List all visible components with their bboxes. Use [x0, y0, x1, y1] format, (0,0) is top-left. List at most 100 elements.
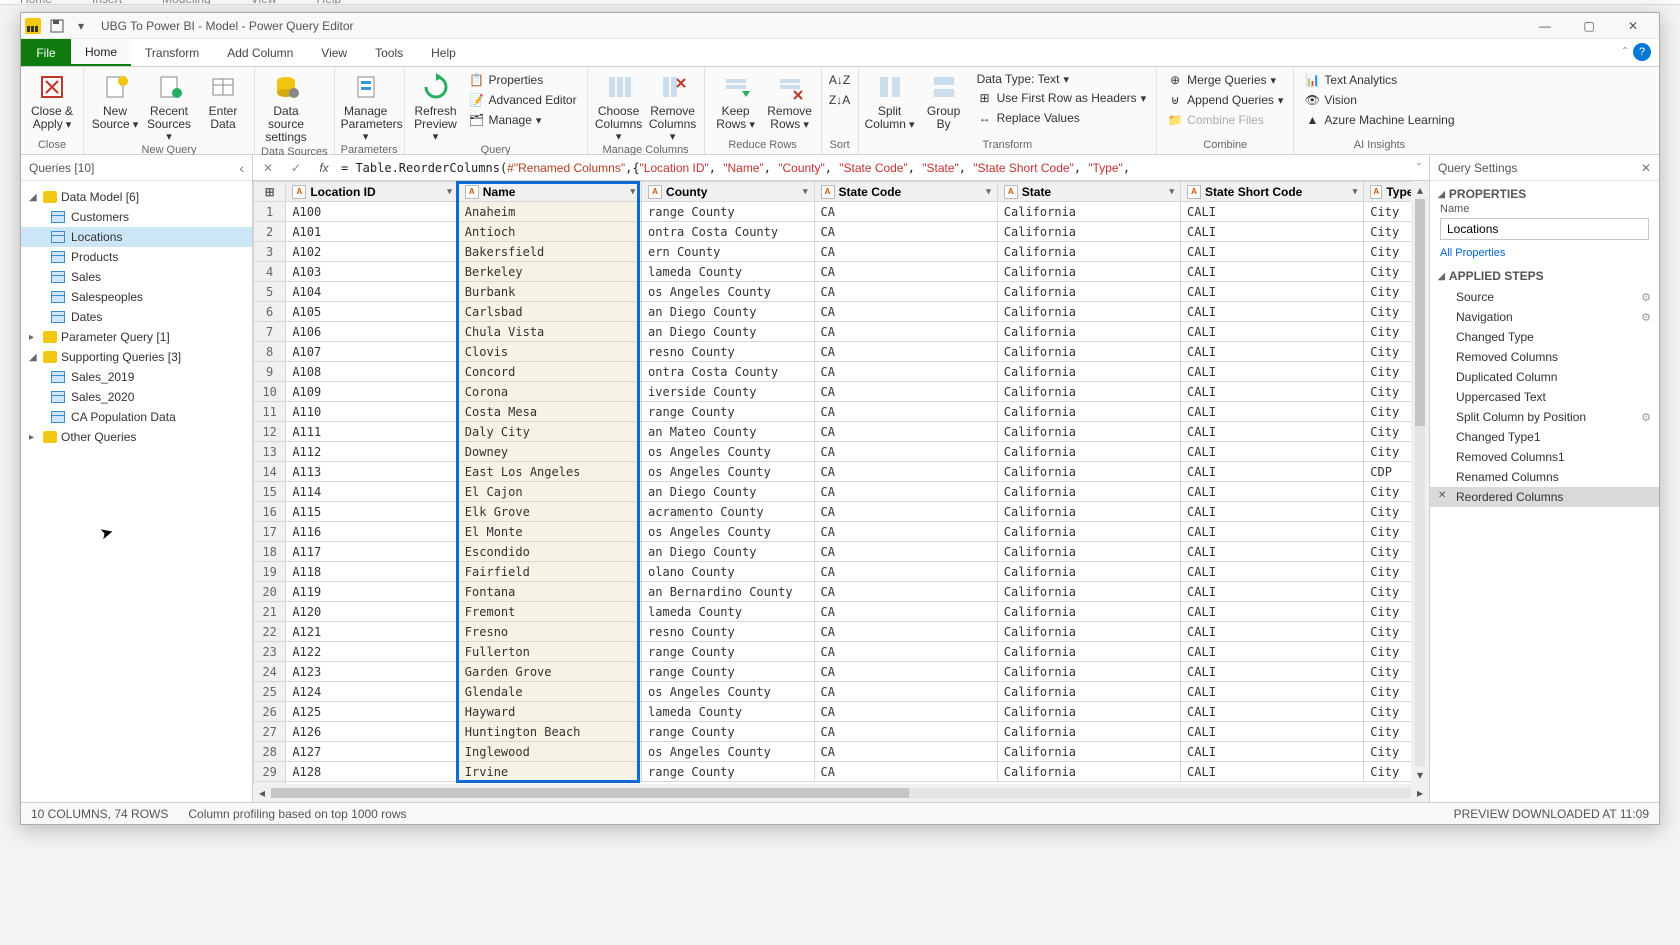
all-properties-link[interactable]: All Properties	[1430, 243, 1659, 263]
column-header[interactable]: AName▾	[458, 182, 641, 202]
row-number[interactable]: 5	[254, 282, 286, 302]
table-cell[interactable]: A126	[286, 722, 458, 742]
table-cell[interactable]: Carlsbad	[458, 302, 641, 322]
row-number[interactable]: 6	[254, 302, 286, 322]
first-row-headers-button[interactable]: ⊞Use First Row as Headers ▾	[973, 89, 1151, 107]
query-item[interactable]: Customers	[21, 207, 252, 227]
table-cell[interactable]: CA	[814, 282, 997, 302]
minimize-button[interactable]: —	[1523, 13, 1567, 39]
applied-step[interactable]: Removed Columns1	[1430, 447, 1659, 467]
table-cell[interactable]: A122	[286, 642, 458, 662]
table-cell[interactable]: CA	[814, 722, 997, 742]
group-by-button[interactable]: Group By	[919, 69, 969, 131]
merge-queries-button[interactable]: ⊕Merge Queries ▾	[1163, 71, 1287, 89]
commit-formula-icon[interactable]: ✓	[285, 158, 307, 178]
table-cell[interactable]: California	[997, 742, 1180, 762]
table-cell[interactable]: Bakersfield	[458, 242, 641, 262]
row-number[interactable]: 27	[254, 722, 286, 742]
table-cell[interactable]: os Angeles County	[642, 742, 814, 762]
table-cell[interactable]: California	[997, 682, 1180, 702]
table-cell[interactable]: California	[997, 202, 1180, 222]
table-cell[interactable]: California	[997, 382, 1180, 402]
table-cell[interactable]: lameda County	[642, 702, 814, 722]
applied-step[interactable]: Duplicated Column	[1430, 367, 1659, 387]
vision-button[interactable]: 👁Vision	[1300, 91, 1458, 109]
table-cell[interactable]: A113	[286, 462, 458, 482]
table-cell[interactable]: California	[997, 422, 1180, 442]
table-cell[interactable]: CALI	[1181, 422, 1364, 442]
row-number[interactable]: 11	[254, 402, 286, 422]
table-cell[interactable]: CALI	[1181, 342, 1364, 362]
table-cell[interactable]: A114	[286, 482, 458, 502]
table-cell[interactable]: California	[997, 542, 1180, 562]
table-cell[interactable]: California	[997, 702, 1180, 722]
table-cell[interactable]: range County	[642, 642, 814, 662]
table-cell[interactable]: CALI	[1181, 322, 1364, 342]
row-number[interactable]: 28	[254, 742, 286, 762]
row-number[interactable]: 13	[254, 442, 286, 462]
row-number[interactable]: 3	[254, 242, 286, 262]
query-group[interactable]: ◢Data Model [6]	[21, 187, 252, 207]
table-cell[interactable]: ontra Costa County	[642, 362, 814, 382]
table-cell[interactable]: range County	[642, 202, 814, 222]
formula-text[interactable]: = Table.ReorderColumns(#"Renamed Columns…	[341, 161, 1411, 175]
row-number[interactable]: 29	[254, 762, 286, 782]
table-cell[interactable]: A107	[286, 342, 458, 362]
table-cell[interactable]: California	[997, 562, 1180, 582]
table-cell[interactable]: Inglewood	[458, 742, 641, 762]
table-cell[interactable]: Fremont	[458, 602, 641, 622]
query-item[interactable]: CA Population Data	[21, 407, 252, 427]
table-cell[interactable]: California	[997, 362, 1180, 382]
row-number[interactable]: 10	[254, 382, 286, 402]
table-cell[interactable]: CALI	[1181, 462, 1364, 482]
table-cell[interactable]: range County	[642, 662, 814, 682]
table-cell[interactable]: California	[997, 662, 1180, 682]
table-cell[interactable]: California	[997, 402, 1180, 422]
table-cell[interactable]: an Diego County	[642, 322, 814, 342]
applied-step[interactable]: Navigation⚙	[1430, 307, 1659, 327]
table-cell[interactable]: CA	[814, 302, 997, 322]
table-cell[interactable]: Irvine	[458, 762, 641, 782]
advanced-editor-button[interactable]: 📝Advanced Editor	[465, 91, 581, 109]
table-cell[interactable]: Burbank	[458, 282, 641, 302]
table-cell[interactable]: CALI	[1181, 202, 1364, 222]
table-cell[interactable]: Berkeley	[458, 262, 641, 282]
table-cell[interactable]: CALI	[1181, 642, 1364, 662]
table-cell[interactable]: A128	[286, 762, 458, 782]
tab-home[interactable]: Home	[71, 39, 131, 66]
table-cell[interactable]: Chula Vista	[458, 322, 641, 342]
tab-view[interactable]: View	[307, 39, 361, 66]
column-header[interactable]: ACounty▾	[642, 182, 814, 202]
table-cell[interactable]: CALI	[1181, 222, 1364, 242]
table-cell[interactable]: A103	[286, 262, 458, 282]
table-cell[interactable]: California	[997, 342, 1180, 362]
table-cell[interactable]: A108	[286, 362, 458, 382]
row-number[interactable]: 15	[254, 482, 286, 502]
cancel-formula-icon[interactable]: ✕	[257, 158, 279, 178]
table-cell[interactable]: acramento County	[642, 502, 814, 522]
table-cell[interactable]: CALI	[1181, 722, 1364, 742]
vertical-scrollbar[interactable]: ▴▾	[1411, 181, 1429, 784]
table-cell[interactable]: Glendale	[458, 682, 641, 702]
row-number[interactable]: 22	[254, 622, 286, 642]
table-cell[interactable]: CALI	[1181, 702, 1364, 722]
row-number[interactable]: 1	[254, 202, 286, 222]
table-cell[interactable]: A127	[286, 742, 458, 762]
table-cell[interactable]: California	[997, 522, 1180, 542]
table-cell[interactable]: range County	[642, 402, 814, 422]
query-group[interactable]: ▸Parameter Query [1]	[21, 327, 252, 347]
table-cell[interactable]: CA	[814, 462, 997, 482]
table-cell[interactable]: California	[997, 462, 1180, 482]
close-button[interactable]: ✕	[1611, 13, 1655, 39]
table-cell[interactable]: California	[997, 722, 1180, 742]
table-cell[interactable]: Concord	[458, 362, 641, 382]
close-settings-icon[interactable]: ✕	[1641, 161, 1651, 175]
table-cell[interactable]: iverside County	[642, 382, 814, 402]
table-cell[interactable]: CA	[814, 342, 997, 362]
table-cell[interactable]: A125	[286, 702, 458, 722]
query-item[interactable]: Sales_2019	[21, 367, 252, 387]
collapse-queries-icon[interactable]: ‹	[239, 160, 244, 176]
applied-step[interactable]: Renamed Columns	[1430, 467, 1659, 487]
close-apply-button[interactable]: Close & Apply ▾	[27, 69, 77, 131]
table-cell[interactable]: CALI	[1181, 742, 1364, 762]
